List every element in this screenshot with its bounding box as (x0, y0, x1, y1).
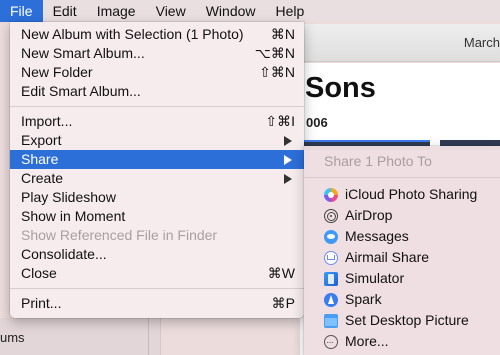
album-subtitle: 006 (306, 115, 328, 130)
airdrop-icon (324, 208, 338, 223)
simulator-icon (324, 271, 338, 286)
submenu-arrow-icon (284, 136, 292, 146)
share-item-simulator[interactable]: Simulator (304, 268, 500, 289)
menu-edit[interactable]: Edit (43, 0, 87, 22)
menu-separator (10, 288, 304, 289)
menu-item-label: Edit Smart Album... (21, 83, 141, 99)
share-item-label: Messages (345, 228, 409, 244)
menu-help[interactable]: Help (266, 0, 315, 22)
share-submenu: Share 1 Photo To iCloud Photo Sharing Ai… (304, 146, 500, 355)
menu-separator (304, 177, 500, 178)
menu-item-shortcut: ⇧⌘I (265, 113, 295, 129)
menu-item-shortcut: ⌘N (270, 26, 295, 42)
share-item-label: iCloud Photo Sharing (345, 186, 478, 202)
menu-item-label: Show Referenced File in Finder (21, 227, 218, 243)
share-item-airdrop[interactable]: AirDrop (304, 205, 500, 226)
submenu-arrow-icon (284, 155, 292, 165)
menu-item-edit-smart-album[interactable]: Edit Smart Album... (10, 82, 304, 101)
menu-item-label: Import... (21, 113, 73, 129)
share-item-more[interactable]: More... (304, 331, 500, 353)
menu-item-new-smart-album[interactable]: New Smart Album... ⌥⌘N (10, 44, 304, 63)
share-item-airmail[interactable]: Airmail Share (304, 247, 500, 268)
menu-view[interactable]: View (146, 0, 196, 22)
menu-item-label: Export (21, 132, 62, 148)
menu-item-label: Show in Moment (21, 208, 126, 224)
share-item-label: AirDrop (345, 207, 393, 223)
share-submenu-header: Share 1 Photo To (324, 153, 432, 169)
share-item-label: Simulator (345, 270, 405, 286)
share-item-label: More... (345, 333, 389, 349)
menu-item-consolidate[interactable]: Consolidate... (10, 245, 304, 264)
menu-item-create[interactable]: Create (10, 169, 304, 188)
spark-icon (324, 292, 338, 307)
menu-item-label: Close (21, 265, 57, 281)
airmail-icon (324, 250, 338, 265)
menu-item-show-referenced-file: Show Referenced File in Finder (10, 226, 304, 245)
menu-item-share[interactable]: Share (10, 150, 304, 169)
menu-item-new-folder[interactable]: New Folder ⇧⌘N (10, 63, 304, 82)
menu-bar: File Edit Image View Window Help (0, 0, 500, 22)
menu-item-label: Create (21, 170, 64, 186)
menu-item-label: Play Slideshow (21, 189, 116, 205)
menu-item-label: New Album with Selection (1 Photo) (21, 26, 244, 42)
menu-separator (10, 106, 304, 107)
menu-item-shortcut: ⌘P (271, 295, 295, 311)
sidebar-item-albums[interactable]: ums (0, 330, 25, 345)
toolbar-date: March (463, 35, 500, 50)
messages-icon (324, 229, 338, 244)
sidebar-divider (160, 318, 161, 355)
desktop-picture-icon (324, 313, 338, 328)
share-item-label: Set Desktop Picture (345, 312, 469, 328)
menu-item-shortcut: ⇧⌘N (259, 64, 295, 80)
submenu-arrow-icon (284, 174, 292, 184)
menu-window[interactable]: Window (196, 0, 266, 22)
file-menu: New Album with Selection (1 Photo) ⌘N Ne… (10, 22, 304, 318)
menu-item-label: New Folder (21, 64, 93, 80)
sidebar-divider (148, 318, 149, 355)
menu-file[interactable]: File (0, 0, 43, 22)
icloud-photo-sharing-icon (324, 187, 338, 202)
menu-item-shortcut: ⌘W (267, 265, 295, 281)
menu-item-new-album[interactable]: New Album with Selection (1 Photo) ⌘N (10, 25, 304, 44)
menu-item-print[interactable]: Print... ⌘P (10, 294, 304, 313)
menu-item-label: Print... (21, 295, 62, 311)
menu-item-label: Consolidate... (21, 246, 107, 262)
menu-item-label: New Smart Album... (21, 45, 145, 61)
more-icon (324, 332, 338, 353)
menu-item-shortcut: ⌥⌘N (254, 45, 295, 61)
menu-item-play-slideshow[interactable]: Play Slideshow (10, 188, 304, 207)
share-item-label: Airmail Share (345, 249, 430, 265)
album-title: Sons (305, 72, 376, 104)
share-item-desktop-picture[interactable]: Set Desktop Picture (304, 310, 500, 331)
toolbar: March (300, 24, 500, 62)
menu-item-close[interactable]: Close ⌘W (10, 264, 304, 283)
share-item-messages[interactable]: Messages (304, 226, 500, 247)
share-item-spark[interactable]: Spark (304, 289, 500, 310)
share-item-icloud[interactable]: iCloud Photo Sharing (304, 184, 500, 205)
menu-image[interactable]: Image (87, 0, 146, 22)
menu-item-import[interactable]: Import... ⇧⌘I (10, 112, 304, 131)
menu-item-show-in-moment[interactable]: Show in Moment (10, 207, 304, 226)
menu-item-label: Share (21, 151, 59, 167)
share-item-label: Spark (345, 291, 382, 307)
menu-item-export[interactable]: Export (10, 131, 304, 150)
